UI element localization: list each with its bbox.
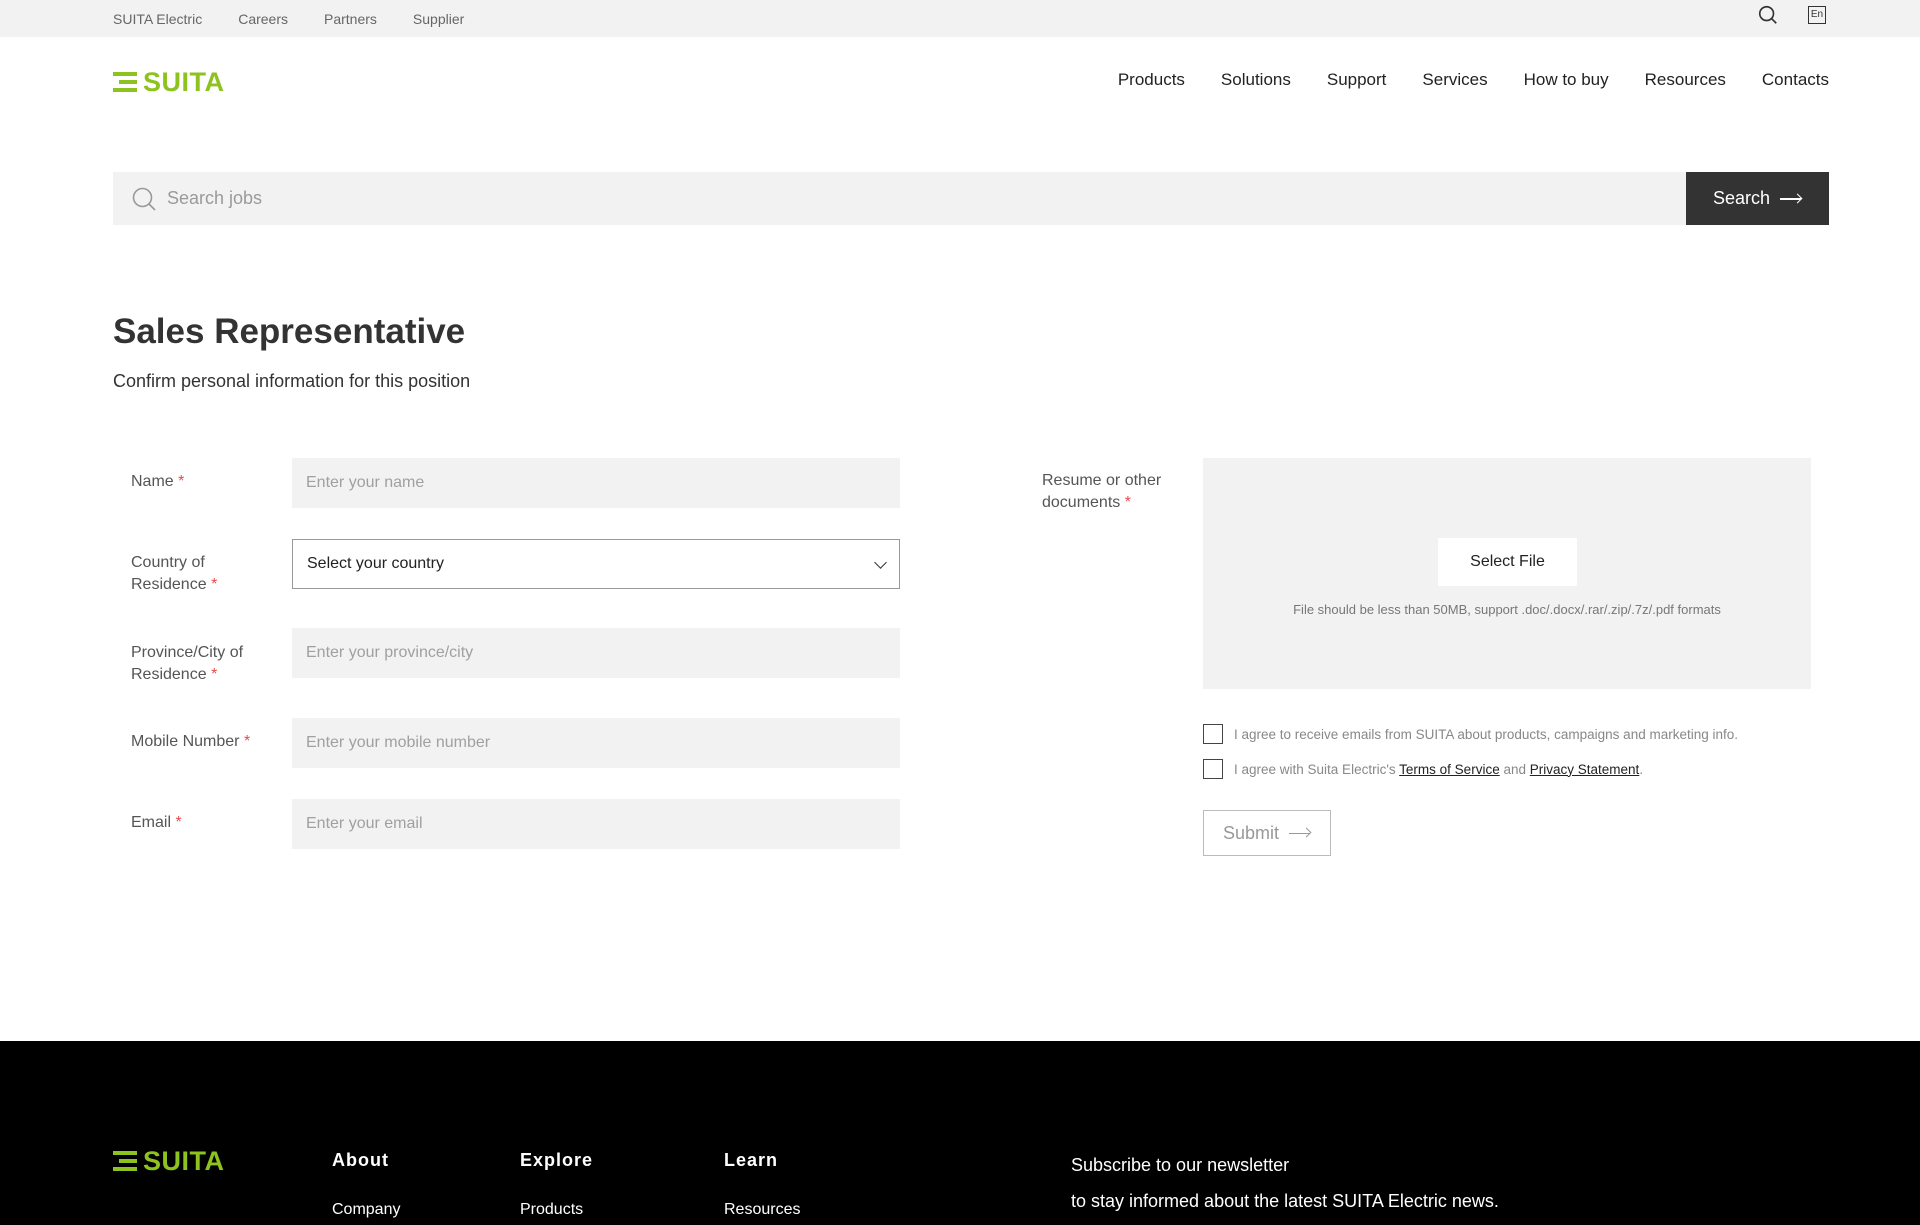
footer-link-products[interactable]: Products xyxy=(520,1201,583,1219)
resume-upload-area[interactable]: Select File File should be less than 50M… xyxy=(1203,458,1811,689)
country-label: Country of Residence * xyxy=(131,554,218,593)
nav-solutions[interactable]: Solutions xyxy=(1221,70,1291,90)
utility-bar: SUITA Electric Careers Partners Supplier… xyxy=(0,0,1920,37)
required-mark: * xyxy=(175,814,182,831)
footer-link-company[interactable]: Company xyxy=(332,1201,400,1219)
terms-consent-checkbox[interactable] xyxy=(1203,759,1223,779)
nav-services[interactable]: Services xyxy=(1422,70,1487,90)
terms-of-service-link[interactable]: Terms of Service xyxy=(1399,762,1500,777)
province-field[interactable] xyxy=(292,628,900,678)
email-label: Email * xyxy=(131,814,182,831)
required-mark: * xyxy=(243,733,251,750)
search-icon xyxy=(132,187,156,211)
submit-button[interactable]: Submit xyxy=(1203,810,1331,856)
submit-button-label: Submit xyxy=(1222,822,1280,843)
marketing-consent: I agree to receive emails from SUITA abo… xyxy=(1203,724,1738,744)
province-label: Province/City of Residence * xyxy=(131,644,244,683)
select-file-button[interactable]: Select File xyxy=(1438,538,1577,586)
required-mark: * xyxy=(211,666,218,683)
utility-link-suita-electric[interactable]: SUITA Electric xyxy=(113,11,202,27)
email-field[interactable] xyxy=(292,799,900,849)
country-select[interactable]: Select your country xyxy=(292,539,900,589)
footer-about-title: About xyxy=(332,1150,389,1170)
terms-consent: I agree with Suita Electric's Terms of S… xyxy=(1203,759,1643,779)
utility-link-supplier[interactable]: Supplier xyxy=(413,11,464,27)
marketing-consent-text: I agree to receive emails from SUITA abo… xyxy=(1234,726,1738,742)
footer-explore-title: Explore xyxy=(520,1150,594,1170)
job-search-input[interactable] xyxy=(167,172,1667,225)
mobile-label: Mobile Number * xyxy=(131,733,251,750)
main-nav: Products Solutions Support Services How … xyxy=(1118,70,1829,90)
newsletter-subheading: to stay informed about the latest SUITA … xyxy=(1071,1191,1499,1211)
search-button-label: Search xyxy=(1712,188,1771,208)
page-title: Sales Representative xyxy=(113,312,466,351)
footer-link-resources[interactable]: Resources xyxy=(724,1201,800,1219)
required-mark: * xyxy=(1124,494,1131,511)
search-icon[interactable] xyxy=(1757,4,1779,26)
nav-resources[interactable]: Resources xyxy=(1645,70,1726,90)
footer-logo[interactable]: SUITA xyxy=(113,1146,227,1176)
name-label: Name * xyxy=(131,473,185,490)
job-search-bar xyxy=(113,172,1686,225)
utility-links: SUITA Electric Careers Partners Supplier xyxy=(113,0,464,37)
logo[interactable]: SUITA xyxy=(113,67,227,97)
name-field[interactable] xyxy=(292,458,900,508)
logo-wordmark: SUITA xyxy=(143,67,225,97)
language-icon[interactable]: En xyxy=(1808,6,1826,24)
search-button[interactable]: Search xyxy=(1686,172,1829,225)
required-mark: * xyxy=(211,576,218,593)
footer: SUITA About Company Explore Products Lea… xyxy=(0,1041,1920,1225)
terms-consent-text: I agree with Suita Electric's Terms of S… xyxy=(1234,761,1644,777)
required-mark: * xyxy=(178,473,185,490)
page-subtitle: Confirm personal information for this po… xyxy=(113,371,471,391)
nav-contacts[interactable]: Contacts xyxy=(1762,70,1829,90)
upload-hint: File should be less than 50MB, support .… xyxy=(1293,602,1721,617)
nav-how-to-buy[interactable]: How to buy xyxy=(1524,70,1609,90)
chevron-down-icon xyxy=(874,556,887,569)
utility-link-partners[interactable]: Partners xyxy=(324,11,377,27)
logo-wordmark: SUITA xyxy=(143,1146,225,1176)
marketing-consent-checkbox[interactable] xyxy=(1203,724,1223,744)
nav-products[interactable]: Products xyxy=(1118,70,1185,90)
logo-mark xyxy=(113,71,137,93)
nav-support[interactable]: Support xyxy=(1327,70,1387,90)
footer-learn-title: Learn xyxy=(724,1150,779,1170)
country-select-value: Select your country xyxy=(307,555,444,572)
privacy-statement-link[interactable]: Privacy Statement xyxy=(1530,762,1640,777)
resume-label: Resume or other documents * xyxy=(1042,472,1162,511)
logo-mark xyxy=(113,1150,137,1172)
mobile-field[interactable] xyxy=(292,718,900,768)
arrow-right-icon xyxy=(1289,829,1311,837)
newsletter-heading: Subscribe to our newsletter xyxy=(1071,1155,1290,1175)
utility-link-careers[interactable]: Careers xyxy=(238,11,288,27)
arrow-right-icon xyxy=(1780,195,1802,203)
